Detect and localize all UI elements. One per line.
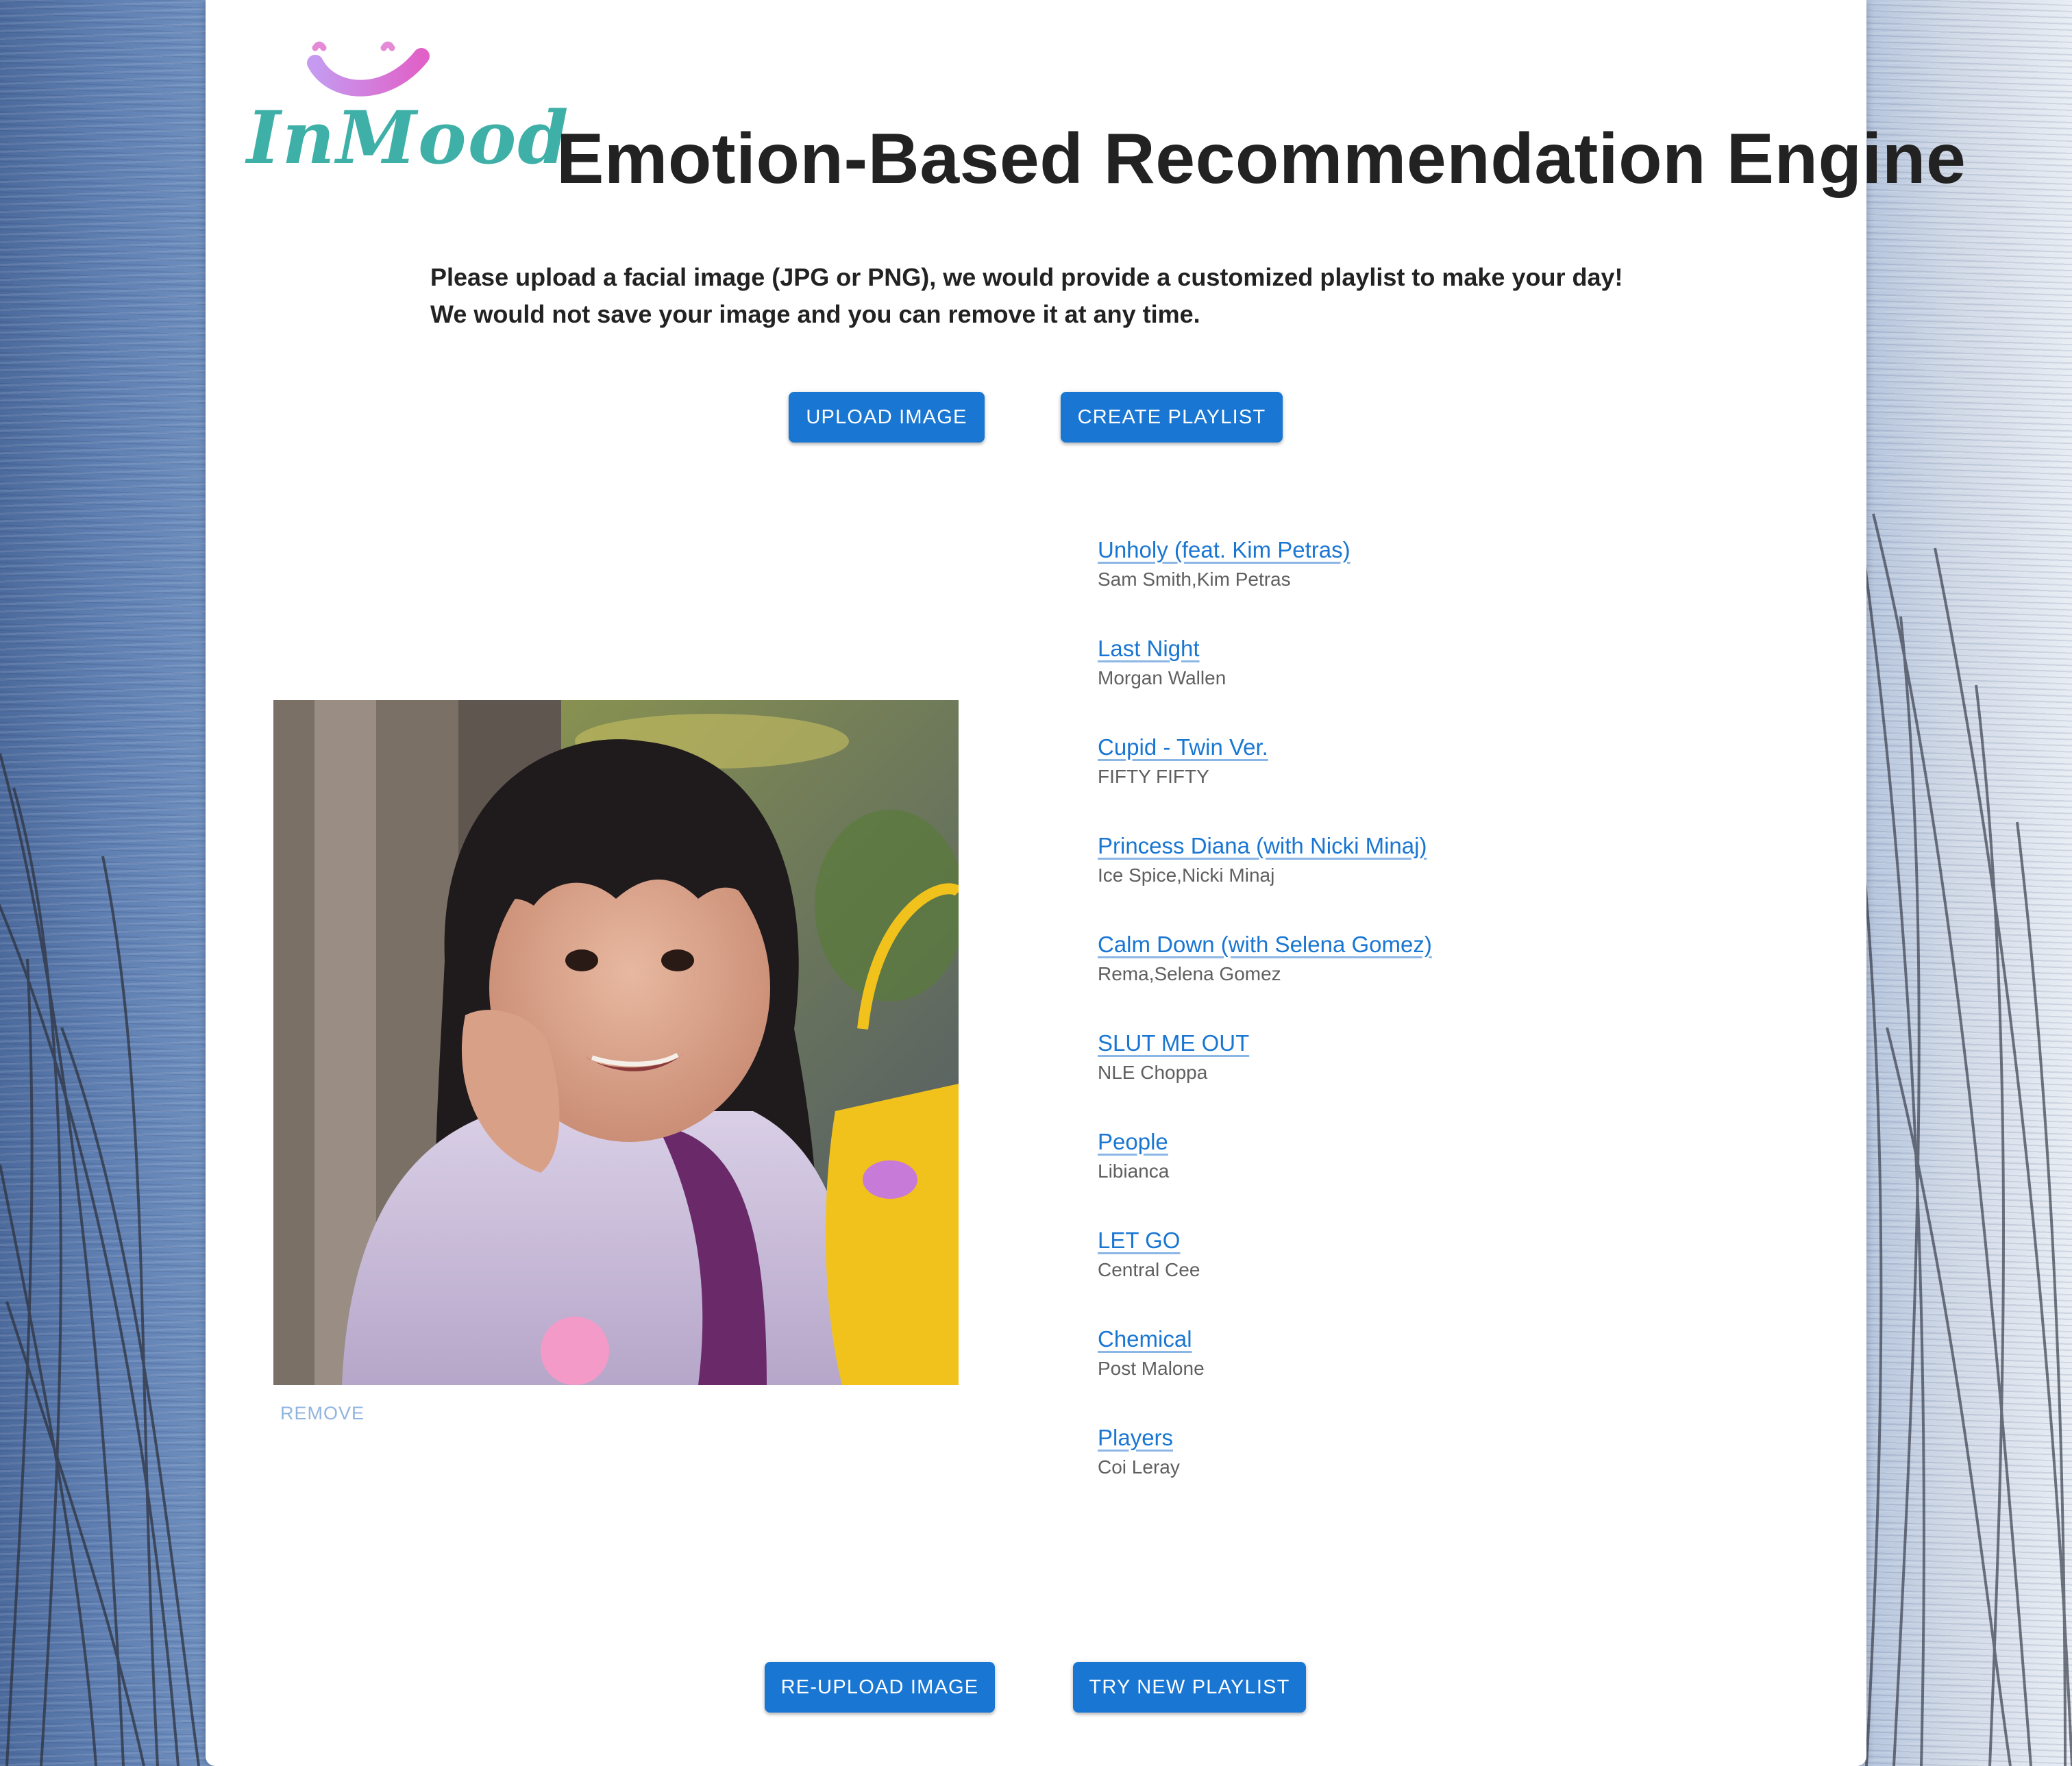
playlist-item: Players Coi Leray <box>1098 1423 1714 1522</box>
background-reeds-left <box>0 753 200 1766</box>
track-artist: Morgan Wallen <box>1098 667 1226 688</box>
track-title-link[interactable]: Unholy (feat. Kim Petras) <box>1098 536 1350 564</box>
remove-image-link[interactable]: REMOVE <box>280 1403 365 1424</box>
logo-text: InMood <box>247 95 570 180</box>
track-artist: Rema,Selena Gomez <box>1098 963 1281 984</box>
track-title-link[interactable]: Cupid - Twin Ver. <box>1098 733 1268 762</box>
track-title-link[interactable]: People <box>1098 1128 1168 1156</box>
page-title: Emotion-Based Recommendation Engine <box>556 119 1966 199</box>
track-title-link[interactable]: LET GO <box>1098 1226 1180 1255</box>
playlist-item: Cupid - Twin Ver. FIFTY FIFTY <box>1098 733 1714 832</box>
playlist: Unholy (feat. Kim Petras) Sam Smith,Kim … <box>1098 536 1714 1522</box>
track-artist: Libianca <box>1098 1160 1170 1182</box>
upload-image-button[interactable]: UPLOAD IMAGE <box>789 392 985 443</box>
playlist-item: Chemical Post Malone <box>1098 1325 1714 1423</box>
track-title-link[interactable]: SLUT ME OUT <box>1098 1029 1249 1058</box>
playlist-item: Last Night Morgan Wallen <box>1098 634 1714 733</box>
track-artist: FIFTY FIFTY <box>1098 766 1209 787</box>
main-card: InMood Emotion-Based Recommendation Engi… <box>206 0 1966 1766</box>
track-artist: Coi Leray <box>1098 1456 1180 1478</box>
track-title-link[interactable]: Calm Down (with Selena Gomez) <box>1098 930 1432 959</box>
intro-text: Please upload a facial image (JPG or PNG… <box>430 259 1732 333</box>
child-portrait-image <box>273 700 959 1385</box>
intro-line-1: Please upload a facial image (JPG or PNG… <box>430 263 1623 291</box>
playlist-item: Princess Diana (with Nicki Minaj) Ice Sp… <box>1098 832 1714 930</box>
uploaded-photo <box>273 700 959 1385</box>
track-artist: Post Malone <box>1098 1358 1205 1379</box>
background-reeds-right <box>1853 479 2072 1766</box>
track-artist: Sam Smith,Kim Petras <box>1098 569 1291 590</box>
track-title-link[interactable]: Players <box>1098 1423 1173 1452</box>
track-artist: NLE Choppa <box>1098 1062 1208 1083</box>
create-playlist-button[interactable]: CREATE PLAYLIST <box>1061 392 1283 443</box>
inmood-logo: InMood <box>247 21 569 185</box>
track-title-link[interactable]: Last Night <box>1098 634 1200 663</box>
track-artist: Ice Spice,Nicki Minaj <box>1098 865 1275 886</box>
header: InMood Emotion-Based Recommendation Engi… <box>247 21 1966 195</box>
track-artist: Central Cee <box>1098 1259 1200 1280</box>
playlist-item: SLUT ME OUT NLE Choppa <box>1098 1029 1714 1128</box>
playlist-item: Calm Down (with Selena Gomez) Rema,Selen… <box>1098 930 1714 1029</box>
intro-line-2: We would not save your image and you can… <box>430 300 1200 328</box>
playlist-item: LET GO Central Cee <box>1098 1226 1714 1325</box>
playlist-item: People Libianca <box>1098 1128 1714 1226</box>
track-title-link[interactable]: Chemical <box>1098 1325 1192 1354</box>
track-title-link[interactable]: Princess Diana (with Nicki Minaj) <box>1098 832 1427 860</box>
reupload-image-button[interactable]: RE-UPLOAD IMAGE <box>765 1662 995 1713</box>
try-new-playlist-button[interactable]: TRY NEW PLAYLIST <box>1073 1662 1306 1713</box>
playlist-item: Unholy (feat. Kim Petras) Sam Smith,Kim … <box>1098 536 1714 634</box>
